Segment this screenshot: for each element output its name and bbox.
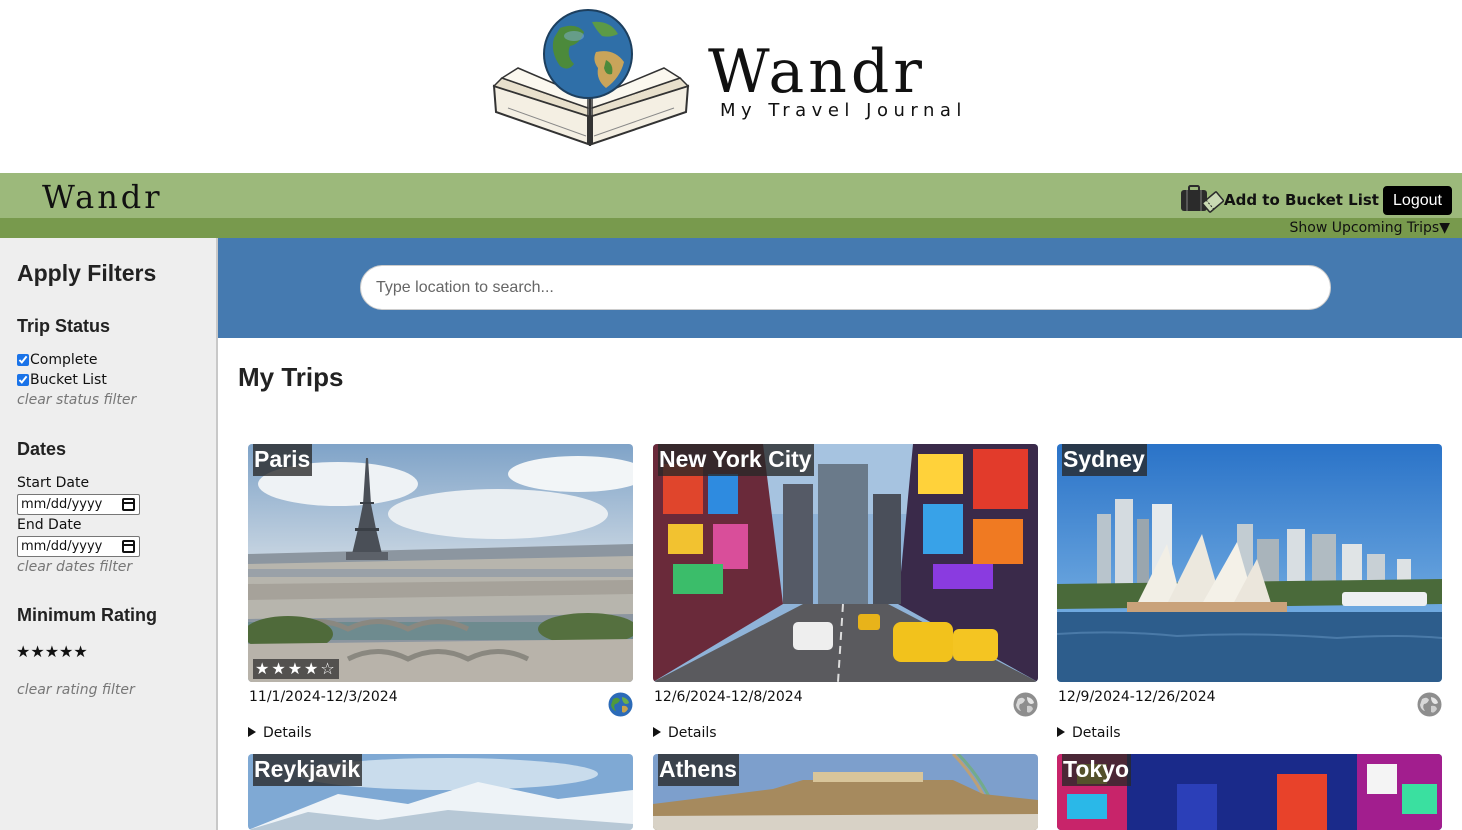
location-search-input[interactable] [360, 265, 1331, 310]
trip-dates-paris: 11/1/2024-12/3/2024 [249, 689, 398, 705]
navbar: Wandr Add to Bucket List Logout [0, 173, 1462, 218]
disclosure-triangle-icon [653, 727, 661, 737]
trip-name-paris: Paris [253, 444, 313, 476]
bucket-list-checkbox[interactable] [17, 374, 29, 386]
filter-sidebar: Apply Filters Trip Status Complete Bucke… [0, 238, 218, 830]
details-label: Details [1072, 725, 1121, 741]
search-band [218, 238, 1462, 338]
details-label: Details [263, 725, 312, 741]
trip-name-sydney: Sydney [1062, 444, 1147, 476]
add-to-bucket-list-link[interactable]: Add to Bucket List [1180, 185, 1379, 215]
logo-title: Wandr [708, 37, 926, 107]
logo[interactable]: Wandr My Travel Journal [488, 8, 988, 150]
bucket-list-filter-label: Bucket List [30, 372, 107, 388]
complete-checkbox-row[interactable]: Complete [17, 352, 97, 368]
trip-photo-tokyo[interactable]: Tokyo [1057, 754, 1442, 830]
trip-name-athens: Athens [658, 754, 739, 786]
header-banner: Wandr My Travel Journal [0, 0, 1462, 173]
trip-card-new-york-city[interactable]: New York City 12/6/2024-12/8/2024 Detail… [653, 444, 1038, 744]
logo-subtitle: My Travel Journal [720, 100, 967, 121]
dates-heading: Dates [17, 439, 67, 459]
clear-dates-filter-link[interactable]: clear dates filter [17, 559, 132, 575]
upcoming-trips-bar: Show Upcoming Trips▼ [0, 218, 1462, 238]
start-date-label: Start Date [17, 475, 90, 491]
trip-card-reykjavik[interactable]: Reykjavik [248, 754, 633, 830]
complete-checkbox[interactable] [17, 354, 29, 366]
disclosure-triangle-icon [248, 727, 256, 737]
trip-photo-new-york-city[interactable]: New York City [653, 444, 1038, 682]
trip-dates-sydney: 12/9/2024-12/26/2024 [1058, 689, 1216, 705]
start-date-value: mm/dd/yyyy [21, 497, 103, 512]
show-upcoming-trips-toggle[interactable]: Show Upcoming Trips▼ [1290, 219, 1450, 237]
gray-globe-icon[interactable] [1013, 692, 1038, 717]
calendar-icon[interactable] [122, 498, 135, 511]
trip-status-heading: Trip Status [17, 316, 111, 336]
details-label: Details [668, 725, 717, 741]
disclosure-triangle-icon [1057, 727, 1065, 737]
trip-name-new-york-city: New York City [658, 444, 814, 476]
trip-name-tokyo: Tokyo [1062, 754, 1132, 786]
trip-details-toggle-new-york-city[interactable]: Details [653, 725, 717, 741]
trip-photo-paris[interactable]: Paris ★★★★☆ [248, 444, 633, 682]
calendar-icon[interactable] [122, 540, 135, 553]
colored-globe-icon[interactable] [608, 692, 633, 717]
trip-details-toggle-paris[interactable]: Details [248, 725, 312, 741]
start-date-input[interactable]: mm/dd/yyyy [17, 494, 140, 515]
minimum-rating-heading: Minimum Rating [17, 605, 157, 625]
bucket-list-label: Add to Bucket List [1224, 191, 1379, 209]
trip-dates-new-york-city: 12/6/2024-12/8/2024 [654, 689, 803, 705]
globe-book-logo-icon [492, 9, 690, 146]
end-date-label: End Date [17, 517, 82, 533]
end-date-value: mm/dd/yyyy [21, 539, 103, 554]
clear-status-filter-link[interactable]: clear status filter [17, 392, 136, 408]
trip-card-sydney[interactable]: Sydney 12/9/2024-12/26/2024 Details [1057, 444, 1442, 744]
trip-details-toggle-sydney[interactable]: Details [1057, 725, 1121, 741]
filters-title: Apply Filters [17, 260, 157, 286]
complete-label: Complete [30, 352, 98, 368]
logout-button[interactable]: Logout [1383, 186, 1452, 215]
rating-stars[interactable]: ★★★★★ [16, 642, 88, 661]
trip-photo-athens[interactable]: Athens [653, 754, 1038, 830]
clear-rating-filter-link[interactable]: clear rating filter [17, 682, 135, 698]
page-title: My Trips [238, 362, 344, 392]
nav-brand[interactable]: Wandr [42, 181, 163, 213]
trip-name-reykjavik: Reykjavik [253, 754, 363, 786]
trip-card-athens[interactable]: Athens [653, 754, 1038, 830]
trip-rating-paris: ★★★★☆ [253, 659, 339, 679]
trip-card-paris[interactable]: Paris ★★★★☆ 11/1/2024-12/3/2024 Details [248, 444, 633, 744]
trip-card-tokyo[interactable]: Tokyo [1057, 754, 1442, 830]
suitcase-icon [1181, 185, 1224, 213]
trip-photo-sydney[interactable]: Sydney [1057, 444, 1442, 682]
trip-photo-reykjavik[interactable]: Reykjavik [248, 754, 633, 830]
gray-globe-icon[interactable] [1417, 692, 1442, 717]
end-date-input[interactable]: mm/dd/yyyy [17, 536, 140, 557]
bucket-list-checkbox-row[interactable]: Bucket List [17, 372, 107, 388]
